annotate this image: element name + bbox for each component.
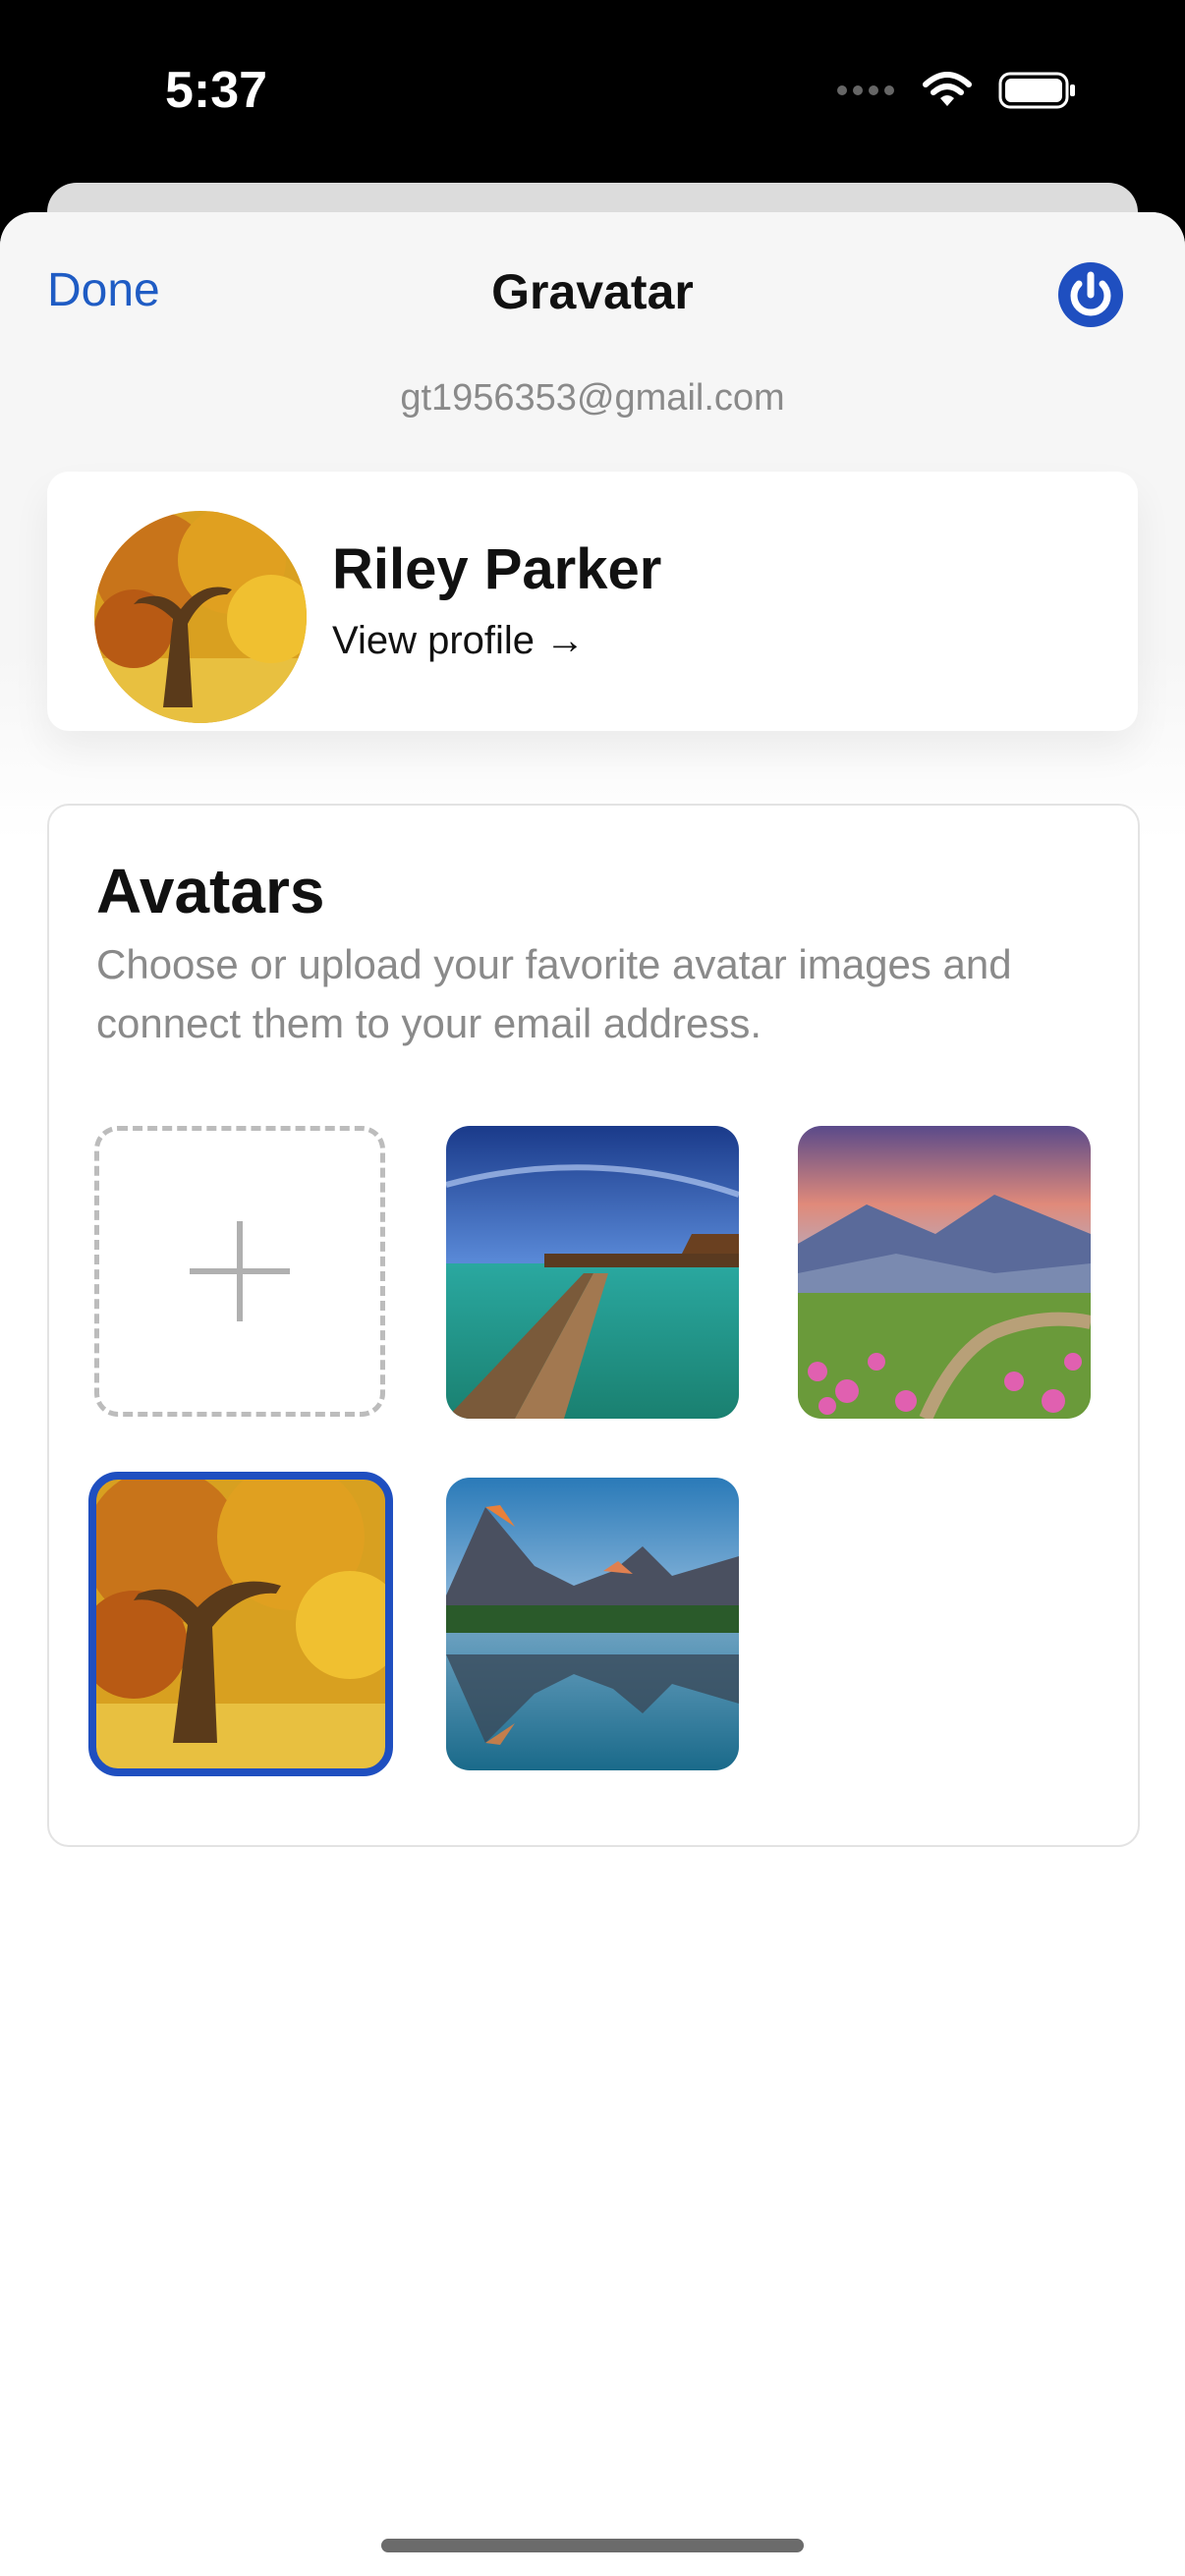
autumn-tree-image	[94, 511, 307, 723]
battery-icon	[998, 72, 1075, 109]
avatars-title: Avatars	[96, 856, 325, 926]
mountain-lake-image	[446, 1478, 739, 1770]
avatar-tile-mountain-lake[interactable]	[446, 1478, 739, 1770]
autumn-tree-image	[94, 1478, 387, 1770]
status-time: 5:37	[165, 62, 268, 119]
avatar-tile-mountain-meadow[interactable]	[798, 1126, 1091, 1419]
profile-avatar	[94, 511, 307, 723]
nav-title: Gravatar	[491, 264, 694, 319]
view-profile-link[interactable]: View profile →	[332, 619, 585, 663]
gravatar-sheet: Done Gravatar gt1956353@gmail.com Riley …	[0, 212, 1185, 2576]
wifi-icon	[923, 72, 972, 106]
upload-avatar-button[interactable]	[94, 1126, 385, 1417]
pier-image	[446, 1126, 739, 1419]
status-icons	[835, 71, 1077, 110]
signal-icon	[837, 85, 894, 95]
profile-name: Riley Parker	[332, 537, 662, 601]
account-email: gt1956353@gmail.com	[400, 377, 785, 419]
avatars-section: Avatars Choose or upload your favorite a…	[47, 804, 1140, 1847]
avatar-tile-autumn-tree[interactable]	[88, 1472, 393, 1776]
plus-icon	[190, 1221, 290, 1321]
profile-card: Riley Parker View profile →	[47, 472, 1138, 731]
home-indicator[interactable]	[381, 2539, 804, 2552]
avatar-tile-pier[interactable]	[446, 1126, 739, 1419]
status-bar: 5:37	[0, 0, 1185, 182]
power-icon[interactable]	[1055, 259, 1126, 330]
mountain-meadow-image	[798, 1126, 1091, 1419]
nav-bar: Done Gravatar	[0, 212, 1185, 379]
avatars-description: Choose or upload your favorite avatar im…	[96, 941, 1012, 1046]
